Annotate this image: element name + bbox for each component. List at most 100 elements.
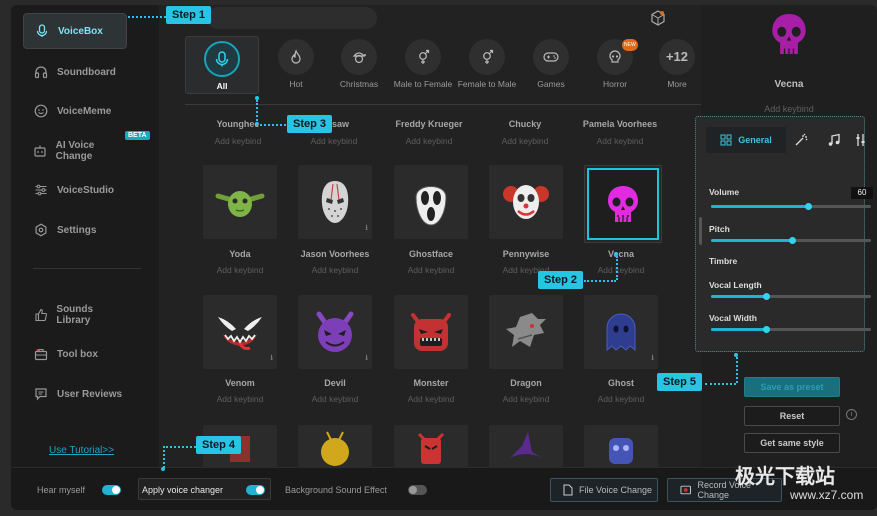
category-games[interactable]: Games xyxy=(521,39,581,101)
add-keybind-link[interactable]: Add keybind xyxy=(701,104,877,114)
voice-tile-venom[interactable]: ⭳ xyxy=(203,295,277,369)
sidebar-item-label: Soundboard xyxy=(57,66,116,78)
add-keybind-link[interactable]: Add keybind xyxy=(386,265,476,275)
voice-tile-pennywise[interactable] xyxy=(489,165,563,239)
voice-tile-dragon[interactable] xyxy=(489,295,563,369)
pitch-label: Pitch xyxy=(709,224,730,234)
smile-icon xyxy=(33,103,49,119)
add-keybind-link[interactable]: Add keybind xyxy=(384,136,474,146)
sidebar-item-label: Sounds Library xyxy=(56,304,94,326)
sidebar-item-settings[interactable]: Settings xyxy=(23,212,127,248)
use-tutorial-link[interactable]: Use Tutorial>> xyxy=(49,445,114,456)
add-keybind-link[interactable]: Add keybind xyxy=(480,136,570,146)
sidebar-item-sounds-library[interactable]: Sounds Library xyxy=(23,297,127,333)
selected-frame xyxy=(587,168,659,240)
save-as-preset-button[interactable]: Save as preset xyxy=(744,377,840,397)
witch-hat-icon xyxy=(510,432,542,458)
tab-equalizer[interactable] xyxy=(856,127,866,153)
category-hot[interactable]: Hot xyxy=(266,39,326,101)
download-icon[interactable]: ⭳ xyxy=(365,222,368,236)
hear-myself-toggle[interactable] xyxy=(102,485,121,495)
yoda-icon xyxy=(215,191,265,217)
vocal-width-slider[interactable] xyxy=(711,326,871,333)
step3-connector xyxy=(256,100,258,124)
volume-slider[interactable] xyxy=(711,203,871,210)
voice-tile-vecna[interactable] xyxy=(584,165,662,243)
voice-tile-partial[interactable] xyxy=(298,425,372,467)
step-3-label: Step 3 xyxy=(287,115,333,133)
download-icon[interactable]: ⭳ xyxy=(651,352,654,366)
add-keybind-link[interactable]: Add keybind xyxy=(575,136,665,146)
apply-voice-changer-toggle[interactable] xyxy=(246,485,265,495)
category-male-to-female[interactable]: Male to Female xyxy=(393,39,453,101)
add-keybind-link[interactable]: Add keybind xyxy=(576,265,666,275)
download-icon[interactable]: ⭳ xyxy=(365,352,368,366)
step4-connector xyxy=(163,446,196,448)
voice-name: Freddy Krueger xyxy=(395,119,463,129)
sidebar-item-soundboard[interactable]: Soundboard xyxy=(23,54,127,90)
sidebar-item-ai-voice-change[interactable]: AI Voice Change xyxy=(23,133,127,169)
app-window: VoiceBox Soundboard VoiceMeme AI Voice C… xyxy=(11,5,877,510)
add-keybind-link[interactable]: Add keybind xyxy=(386,394,476,404)
voice-tile-ghost[interactable]: ⭳ xyxy=(584,295,658,369)
sidebar-item-label: Settings xyxy=(57,224,97,236)
get-same-style-button[interactable]: Get same style xyxy=(744,433,840,453)
grid-icon xyxy=(720,134,732,146)
voice-tile-partial[interactable] xyxy=(394,425,468,467)
add-keybind-link[interactable]: Add keybind xyxy=(289,136,379,146)
volume-value[interactable]: 60 xyxy=(851,187,873,199)
vocal-length-slider[interactable] xyxy=(711,293,871,300)
voice-tile-partial[interactable] xyxy=(584,425,658,467)
search-bar[interactable] xyxy=(207,7,377,29)
add-keybind-link[interactable]: Add keybind xyxy=(195,265,285,275)
add-keybind-link[interactable]: Add keybind xyxy=(290,394,380,404)
download-icon[interactable]: ⭳ xyxy=(270,352,273,366)
tab-general[interactable]: General xyxy=(706,127,786,153)
step5-connector xyxy=(705,383,736,385)
sidebar-item-voicestudio[interactable]: VoiceStudio xyxy=(23,172,127,208)
tab-effects[interactable] xyxy=(794,127,808,153)
alien-icon xyxy=(321,431,349,466)
voice-tile-partial[interactable] xyxy=(489,425,563,467)
info-icon[interactable]: i xyxy=(846,409,857,420)
dragon-icon xyxy=(506,313,546,347)
add-keybind-link[interactable]: Add keybind xyxy=(481,394,571,404)
voice-tile-jason-voorhees[interactable]: ⭳ xyxy=(298,165,372,239)
panel-scrollbar[interactable] xyxy=(699,217,702,245)
voice-tile-monster[interactable] xyxy=(394,295,468,369)
file-voice-change-button[interactable]: File Voice Change xyxy=(550,478,658,502)
headphones-icon xyxy=(33,64,49,80)
category-label: Christmas xyxy=(339,79,379,89)
gear-icon xyxy=(33,222,49,238)
sidebar-item-voicememe[interactable]: VoiceMeme xyxy=(23,93,127,129)
hockey-mask-icon xyxy=(321,181,349,223)
category-divider xyxy=(185,104,701,105)
add-keybind-link[interactable]: Add keybind xyxy=(290,265,380,275)
sidebar-item-tool-box[interactable]: Tool box xyxy=(23,336,127,372)
sidebar-item-user-reviews[interactable]: User Reviews xyxy=(23,376,127,412)
category-more[interactable]: +12 More xyxy=(647,39,707,101)
magic-wand-icon xyxy=(795,133,808,146)
category-christmas[interactable]: Christmas xyxy=(329,39,389,101)
add-keybind-link[interactable]: Add keybind xyxy=(193,136,283,146)
category-all[interactable]: All xyxy=(185,36,259,94)
background-sound-toggle[interactable] xyxy=(408,485,427,495)
voice-tile-ghostface[interactable] xyxy=(394,165,468,239)
voice-settings-panel: General Volume 60 Pitch Timbre Vocal Len… xyxy=(695,116,873,352)
sidebar-item-label: AI Voice Change xyxy=(55,140,95,162)
tab-music[interactable] xyxy=(827,127,841,153)
music-note-icon xyxy=(828,133,840,146)
voice-name: Pennywise xyxy=(502,249,550,259)
category-horror[interactable]: NEW Horror xyxy=(585,39,645,101)
reset-button[interactable]: Reset xyxy=(744,406,840,426)
voice-name: Dragon xyxy=(510,378,542,388)
voice-tile-yoda[interactable] xyxy=(203,165,277,239)
add-keybind-link[interactable]: Add keybind xyxy=(195,394,285,404)
sidebar-item-voicebox[interactable]: VoiceBox xyxy=(23,13,127,49)
voice-tile-devil[interactable]: ⭳ xyxy=(298,295,372,369)
scream-mask-icon xyxy=(415,186,447,226)
category-female-to-male[interactable]: Female to Male xyxy=(457,39,517,101)
cube-icon[interactable] xyxy=(649,9,667,27)
add-keybind-link[interactable]: Add keybind xyxy=(576,394,666,404)
pitch-slider[interactable] xyxy=(711,237,871,244)
